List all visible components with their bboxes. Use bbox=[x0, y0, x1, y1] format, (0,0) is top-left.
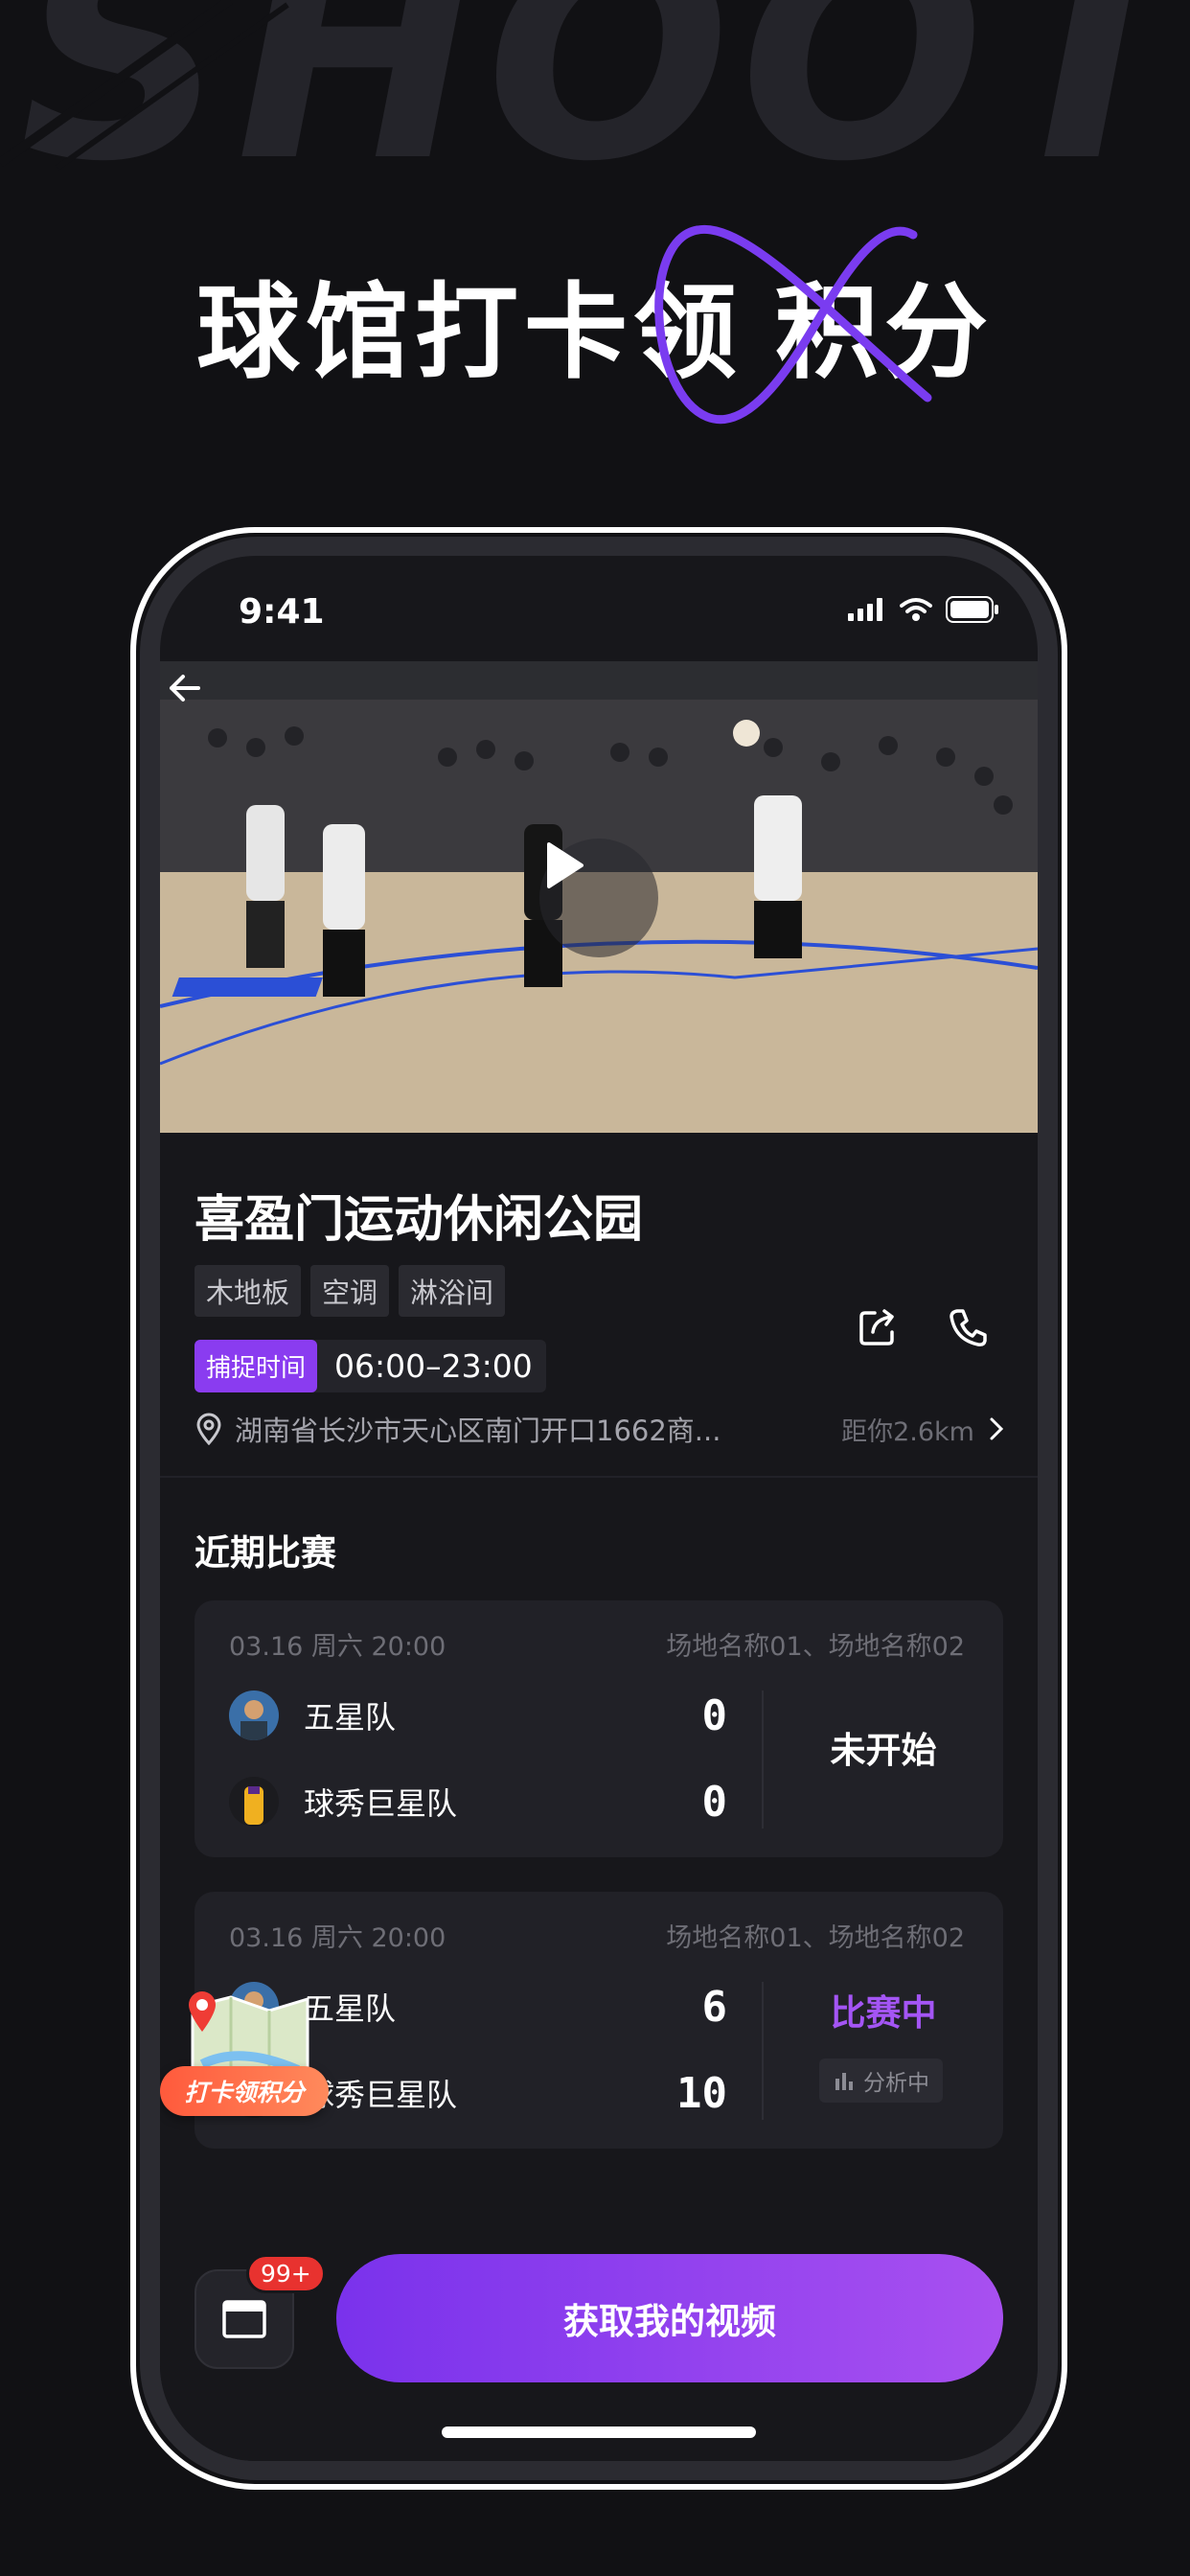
location-pin-icon bbox=[196, 1413, 221, 1445]
team-avatar bbox=[229, 1690, 279, 1740]
team-row-away: 球秀巨星队 0 bbox=[229, 1773, 727, 1830]
match-card[interactable]: 03.16 周六 20:00 场地名称01、场地名称02 五星队 0 球秀巨星队… bbox=[195, 1600, 1003, 1857]
share-icon[interactable] bbox=[854, 1303, 902, 1351]
team-row-home: 五星队 0 bbox=[229, 1687, 727, 1744]
venue-distance: 距你2.6km bbox=[841, 1416, 974, 1447]
team-name: 五星队 bbox=[304, 1699, 397, 1736]
wifi-icon bbox=[900, 598, 932, 621]
match-venue: 场地名称01、场地名称02 bbox=[666, 1632, 965, 1662]
team-name: 球秀巨星队 bbox=[304, 1785, 458, 1822]
analyzing-badge: 分析中 bbox=[819, 2058, 943, 2103]
capture-hours: 捕捉时间 06:00–23:00 bbox=[195, 1340, 546, 1392]
match-date: 03.16 周六 20:00 bbox=[229, 1923, 446, 1953]
venue-tag: 木地板 bbox=[195, 1265, 302, 1317]
section-divider bbox=[160, 1476, 1038, 1478]
status-icons bbox=[848, 596, 999, 623]
team-score: 0 bbox=[701, 1690, 728, 1740]
headline: 球馆打卡领 积分 bbox=[0, 249, 1190, 399]
battery-icon bbox=[946, 596, 998, 623]
signal-icon bbox=[848, 598, 882, 621]
folder-icon bbox=[222, 2300, 266, 2338]
match-status: 比赛中 bbox=[830, 1992, 937, 2034]
venue-name: 喜盈门运动休闲公园 bbox=[195, 1191, 644, 1249]
capture-hours-label: 捕捉时间 bbox=[195, 1340, 318, 1392]
team-score: 0 bbox=[701, 1777, 728, 1827]
venue-tag: 淋浴间 bbox=[399, 1265, 506, 1317]
team-score: 6 bbox=[701, 1982, 728, 2032]
capture-hours-value: 06:00–23:00 bbox=[334, 1347, 533, 1385]
team-score: 10 bbox=[676, 2068, 727, 2118]
venue-address: 湖南省长沙市天心区南门开口1662商... bbox=[235, 1414, 721, 1447]
bar-chart-icon bbox=[835, 2073, 853, 2090]
phone-icon[interactable] bbox=[944, 1303, 992, 1351]
home-indicator bbox=[442, 2426, 756, 2438]
analyzing-label: 分析中 bbox=[863, 2071, 929, 2096]
chevron-right-icon bbox=[990, 1417, 1004, 1440]
headline-swoosh-decoration bbox=[654, 224, 932, 425]
team-avatar bbox=[229, 1777, 279, 1827]
status-bar: 9:41 bbox=[160, 556, 1038, 661]
check-in-points-label[interactable]: 打卡领积分 bbox=[160, 2066, 329, 2116]
match-venue: 场地名称01、场地名称02 bbox=[666, 1923, 965, 1953]
venue-tag: 空调 bbox=[310, 1265, 390, 1317]
play-icon bbox=[547, 842, 584, 888]
team-name: 球秀巨星队 bbox=[304, 2077, 458, 2113]
address-row[interactable]: 湖南省长沙市天心区南门开口1662商... 距你2.6km bbox=[195, 1409, 1005, 1449]
team-name: 五星队 bbox=[304, 1990, 397, 2027]
phone-screen: 9:41 喜盈门运动休闲公园 木地板 空调 淋浴间 捕捉时间 06:00–23:… bbox=[160, 556, 1038, 2461]
back-arrow-icon[interactable] bbox=[160, 661, 214, 715]
status-time: 9:41 bbox=[239, 592, 325, 632]
play-button[interactable] bbox=[539, 839, 658, 957]
get-my-video-button[interactable]: 获取我的视频 bbox=[336, 2254, 1003, 2382]
brand-slash-lines bbox=[0, 0, 289, 171]
venue-tags: 木地板 空调 淋浴间 bbox=[195, 1265, 506, 1317]
match-date: 03.16 周六 20:00 bbox=[229, 1632, 446, 1662]
notification-count-badge: 99+ bbox=[246, 2254, 326, 2293]
match-status: 未开始 bbox=[830, 1730, 937, 1771]
venue-video-player[interactable] bbox=[160, 661, 1038, 1133]
recent-matches-title: 近期比赛 bbox=[195, 1532, 336, 1574]
